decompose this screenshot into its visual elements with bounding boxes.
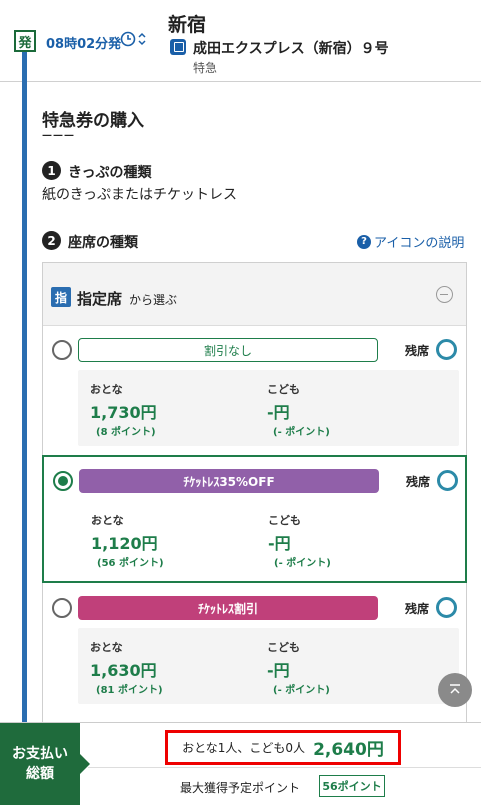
seat-type-label: 座席の種類 — [68, 235, 138, 251]
route-timeline — [22, 52, 27, 732]
footer-divider — [88, 767, 481, 768]
total-payment-label-line2: 総額 — [26, 765, 54, 782]
seats-available-icon — [436, 339, 457, 360]
ticket-type-label: きっぷの種類 — [68, 165, 152, 181]
adult-price: 1,120円 — [91, 534, 158, 553]
adult-label: おとな — [90, 641, 123, 654]
child-label: こども — [268, 514, 301, 527]
fare-label: ﾁｹｯﾄﾚｽ割引 — [78, 596, 378, 620]
max-points-label: 最大獲得予定ポイント — [180, 781, 301, 795]
fare-label: ﾁｹｯﾄﾚｽ35%OFF — [79, 469, 379, 493]
reserved-seat-header[interactable]: 指 指定席 から選ぶ — [43, 263, 466, 326]
max-points-badge: 56ポイント — [319, 775, 385, 797]
page-title: 特急券の購入 — [42, 111, 144, 131]
adult-points: (56 ポイント) — [97, 558, 164, 569]
adult-price: 1,630円 — [90, 661, 157, 680]
clock-icon[interactable] — [120, 31, 148, 47]
scroll-to-top-button[interactable] — [438, 673, 472, 707]
child-label: こども — [267, 383, 300, 396]
reserved-seat-panel: 指 指定席 から選ぶ 割引なし 残席 おとな 1,730円 (8 ポイント) こ… — [42, 262, 467, 732]
reserved-seat-subtitle: から選ぶ — [129, 293, 178, 307]
icon-help-link[interactable]: ? アイコンの説明 — [357, 232, 464, 251]
remaining-seats-label: 残席 — [405, 344, 430, 358]
adult-points: (81 ポイント) — [96, 685, 163, 696]
train-type: 特急 — [193, 61, 218, 75]
adult-points: (8 ポイント) — [96, 427, 156, 438]
departure-time: 08時02分発 — [46, 37, 122, 52]
reserved-seat-title: 指定席 — [77, 290, 123, 308]
child-points: (- ポイント) — [273, 427, 330, 438]
total-payment-label-line1: お支払い — [12, 745, 68, 762]
fare-radio[interactable] — [52, 598, 72, 618]
adult-label: おとな — [91, 514, 124, 527]
fare-label: 割引なし — [78, 338, 378, 362]
station-name: 新宿 — [168, 14, 207, 36]
child-price: -円 — [267, 403, 290, 422]
price-box: おとな 1,630円 (81 ポイント) こども -円 (- ポイント) — [78, 628, 459, 704]
total-amount: 2,640円 — [313, 740, 384, 760]
child-price: -円 — [268, 534, 291, 553]
seats-available-icon — [436, 597, 457, 618]
total-payment-label: お支払い 総額 — [0, 723, 90, 805]
step-number-1: 1 — [42, 161, 61, 180]
child-price: -円 — [267, 661, 290, 680]
remaining-seats-label: 残席 — [405, 602, 430, 616]
trip-header: 発 08時02分発 新宿 成田エクスプレス（新宿）９号 特急 — [0, 0, 481, 82]
question-icon: ? — [357, 234, 371, 249]
seats-available-icon — [437, 470, 458, 491]
icon-help-link-label: アイコンの説明 — [374, 236, 465, 251]
train-icon — [170, 39, 186, 55]
fare-option-no-discount[interactable]: 割引なし 残席 おとな 1,730円 (8 ポイント) こども -円 (- ポイ… — [43, 326, 466, 454]
adult-label: おとな — [90, 383, 123, 396]
fare-radio[interactable] — [53, 471, 73, 491]
departure-badge: 発 — [14, 30, 36, 52]
remaining-seats-label: 残席 — [406, 475, 431, 489]
price-box: おとな 1,730円 (8 ポイント) こども -円 (- ポイント) — [78, 370, 459, 446]
child-label: こども — [267, 641, 300, 654]
train-name: 成田エクスプレス（新宿）９号 — [193, 41, 389, 57]
step-number-2: 2 — [42, 231, 61, 250]
reserved-seat-badge: 指 — [51, 287, 71, 307]
price-box: おとな 1,120円 (56 ポイント) こども -円 (- ポイント) — [79, 501, 460, 577]
fare-radio[interactable] — [52, 340, 72, 360]
adult-price: 1,730円 — [90, 403, 157, 422]
ticket-type-value: 紙のきっぷまたはチケットレス — [42, 187, 238, 203]
child-points: (- ポイント) — [273, 685, 330, 696]
payment-footer: お支払い 総額 おとな1人、こども0人 2,640円 最大獲得予定ポイント 56… — [0, 722, 481, 805]
passenger-count: おとな1人、こども0人 — [182, 741, 306, 755]
fare-option-ticketless-discount[interactable]: ﾁｹｯﾄﾚｽ割引 残席 おとな 1,630円 (81 ポイント) こども -円 … — [43, 584, 466, 712]
collapse-icon[interactable] — [436, 286, 453, 303]
child-points: (- ポイント) — [274, 558, 331, 569]
chevron-up-icon — [450, 684, 460, 694]
total-summary: おとな1人、こども0人 2,640円 — [165, 730, 401, 765]
title-underline: ——— — [42, 130, 75, 141]
fare-option-ticketless-35off[interactable]: ﾁｹｯﾄﾚｽ35%OFF 残席 おとな 1,120円 (56 ポイント) こども… — [42, 455, 467, 583]
